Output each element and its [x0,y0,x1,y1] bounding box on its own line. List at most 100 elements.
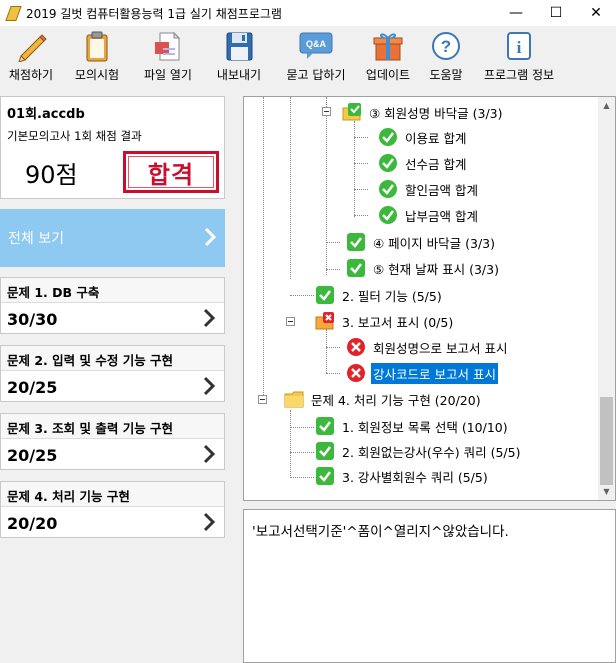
help-button[interactable]: ? 도움말 [418,26,474,88]
floppy-disk-icon [222,30,256,62]
tree-line [290,452,314,453]
problem-1-card[interactable]: 문제 1. DB 구축 30/30 [0,277,225,334]
tree-line [290,97,291,279]
folder-check-icon [342,103,361,121]
pass-stamp: 합격 [123,151,219,193]
error-icon [347,364,365,382]
left-panel: 01회.accdb 기본모의고사 1회 채점 결과 90점 합격 전체 보기 문… [0,96,232,663]
tree-node[interactable]: ③ 회원성명 바닥글 (3/3) [342,101,505,123]
folder-icon [284,391,304,408]
export-button-label: 내보내기 [216,68,262,82]
check-icon [379,180,397,198]
grading-tree[interactable]: ③ 회원성명 바닥글 (3/3) 이용료 합계 선수금 합계 할인금액 합계 납… [243,96,616,501]
close-button[interactable]: ✕ [576,0,616,26]
qa-button-label: 묻고 답하기 [286,68,346,82]
qa-button[interactable]: Q&A 묻고 답하기 [274,26,358,88]
problem-2-card[interactable]: 문제 2. 입력 및 수정 기능 구현 20/25 [0,345,225,402]
collapse-toggle[interactable] [322,107,331,116]
program-info-button[interactable]: i 프로그램 정보 [474,26,564,88]
tree-line [354,121,355,217]
feedback-message: '보고서선택기준'^폼이^열리지^않았습니다. [252,524,509,540]
problem-3-card[interactable]: 문제 3. 조회 및 출력 기능 구현 20/25 [0,413,225,470]
maximize-button[interactable]: ☐ [536,0,576,26]
open-file-button[interactable]: 파일 열기 [132,26,204,88]
grade-button[interactable]: 채점하기 [0,26,62,88]
collapse-toggle[interactable] [286,317,295,326]
tree-line [326,373,340,374]
tree-node[interactable]: 3. 보고서 표시 (0/5) [315,310,455,332]
title-bar: 2019 길벗 컴퓨터활용능력 1급 실기 채점프로그램 — ☐ ✕ [0,0,616,26]
view-all-button[interactable]: 전체 보기 [0,209,225,267]
problem-1-title: 문제 1. DB 구축 [1,278,224,303]
scroll-up-arrow-icon[interactable]: ▲ [598,97,615,114]
tree-line [326,269,340,270]
tree-node[interactable]: 문제 4. 처리 기능 구현 (20/20) [284,388,483,410]
tree-node[interactable]: 납부금액 합계 [378,204,480,226]
tree-line [326,329,327,373]
check-box-icon [316,467,334,485]
chevron-right-icon [203,376,216,396]
minimize-button[interactable]: — [496,0,536,26]
window-title: 2019 길벗 컴퓨터활용능력 1급 실기 채점프로그램 [26,6,282,21]
check-box-icon [316,442,334,460]
collapse-toggle[interactable] [258,395,267,404]
gift-box-icon [371,30,405,62]
tree-node[interactable]: 선수금 합계 [378,152,468,174]
view-all-label: 전체 보기 [8,231,64,247]
check-icon [379,206,397,224]
tree-node[interactable]: ④ 페이지 바닥글 (3/3) [346,231,497,253]
tree-node[interactable]: 회원성명으로 보고서 표시 [346,336,509,358]
qa-badge-text: Q&A [306,39,327,49]
tree-line [354,215,368,216]
tree-line [326,97,327,275]
result-label: 기본모의고사 1회 채점 결과 [7,129,142,143]
problem-2-title: 문제 2. 입력 및 수정 기능 구현 [1,346,224,371]
open-file-button-label: 파일 열기 [144,68,192,82]
result-summary-card: 01회.accdb 기본모의고사 1회 채점 결과 90점 합격 [0,96,225,199]
tree-line [354,163,368,164]
error-icon [347,338,365,356]
info-icon: i [502,30,536,62]
mock-exam-button[interactable]: 모의시험 [62,26,132,88]
tree-node-label: 강사코드로 보고서 표시 [371,362,498,384]
info-glyph: i [517,38,522,57]
open-file-icon [151,30,185,62]
tree-node-label: ③ 회원성명 바닥글 (3/3) [369,105,503,121]
update-button[interactable]: 업데이트 [358,26,418,88]
tree-node[interactable]: 이용료 합계 [378,126,468,148]
tree-line [354,189,368,190]
tree-node-label: 문제 4. 처리 기능 구현 (20/20) [311,392,481,408]
tree-node[interactable]: ⑤ 현재 날짜 표시 (3/3) [346,257,501,279]
scroll-down-arrow-icon[interactable]: ▼ [598,483,615,500]
problem-4-card[interactable]: 문제 4. 처리 기능 구현 20/20 [0,481,225,538]
tree-node-label: 3. 보고서 표시 (0/5) [342,314,454,330]
chevron-right-icon [204,227,217,247]
tree-scrollbar[interactable]: ▲ ▼ [598,97,615,500]
total-score: 90점 [25,161,78,189]
tree-node-label: 납부금액 합계 [405,208,478,224]
help-button-label: 도움말 [429,68,463,82]
tree-node-label: 회원성명으로 보고서 표시 [373,340,508,356]
problem-3-title: 문제 3. 조회 및 출력 기능 구현 [1,414,224,439]
tree-line [326,242,340,243]
tree-node[interactable]: 1. 회원정보 목록 선택 (10/10) [315,415,510,437]
tree-line [290,410,291,476]
tree-node[interactable]: 할인금액 합계 [378,178,480,200]
problem-4-title: 문제 4. 처리 기능 구현 [1,482,224,507]
tree-node-label: 할인금액 합계 [405,182,478,198]
tree-node[interactable]: 3. 강사별회원수 쿼리 (5/5) [315,465,490,487]
check-box-icon [347,259,365,277]
check-icon [379,128,397,146]
scrollbar-thumb[interactable] [600,397,613,485]
tree-node-label: 2. 필터 기능 (5/5) [342,288,442,304]
tree-node-selected[interactable]: 강사코드로 보고서 표시 [346,362,498,384]
tree-line [326,347,340,348]
app-icon [6,6,20,20]
qa-bubble-icon: Q&A [299,30,333,62]
tree-node-label: 선수금 합계 [405,156,467,172]
export-button[interactable]: 내보내기 [204,26,274,88]
check-box-icon [316,286,334,304]
chevron-right-icon [203,512,216,532]
tree-node[interactable]: 2. 필터 기능 (5/5) [315,284,444,306]
tree-node[interactable]: 2. 회원없는강사(우수) 쿼리 (5/5) [315,440,522,462]
